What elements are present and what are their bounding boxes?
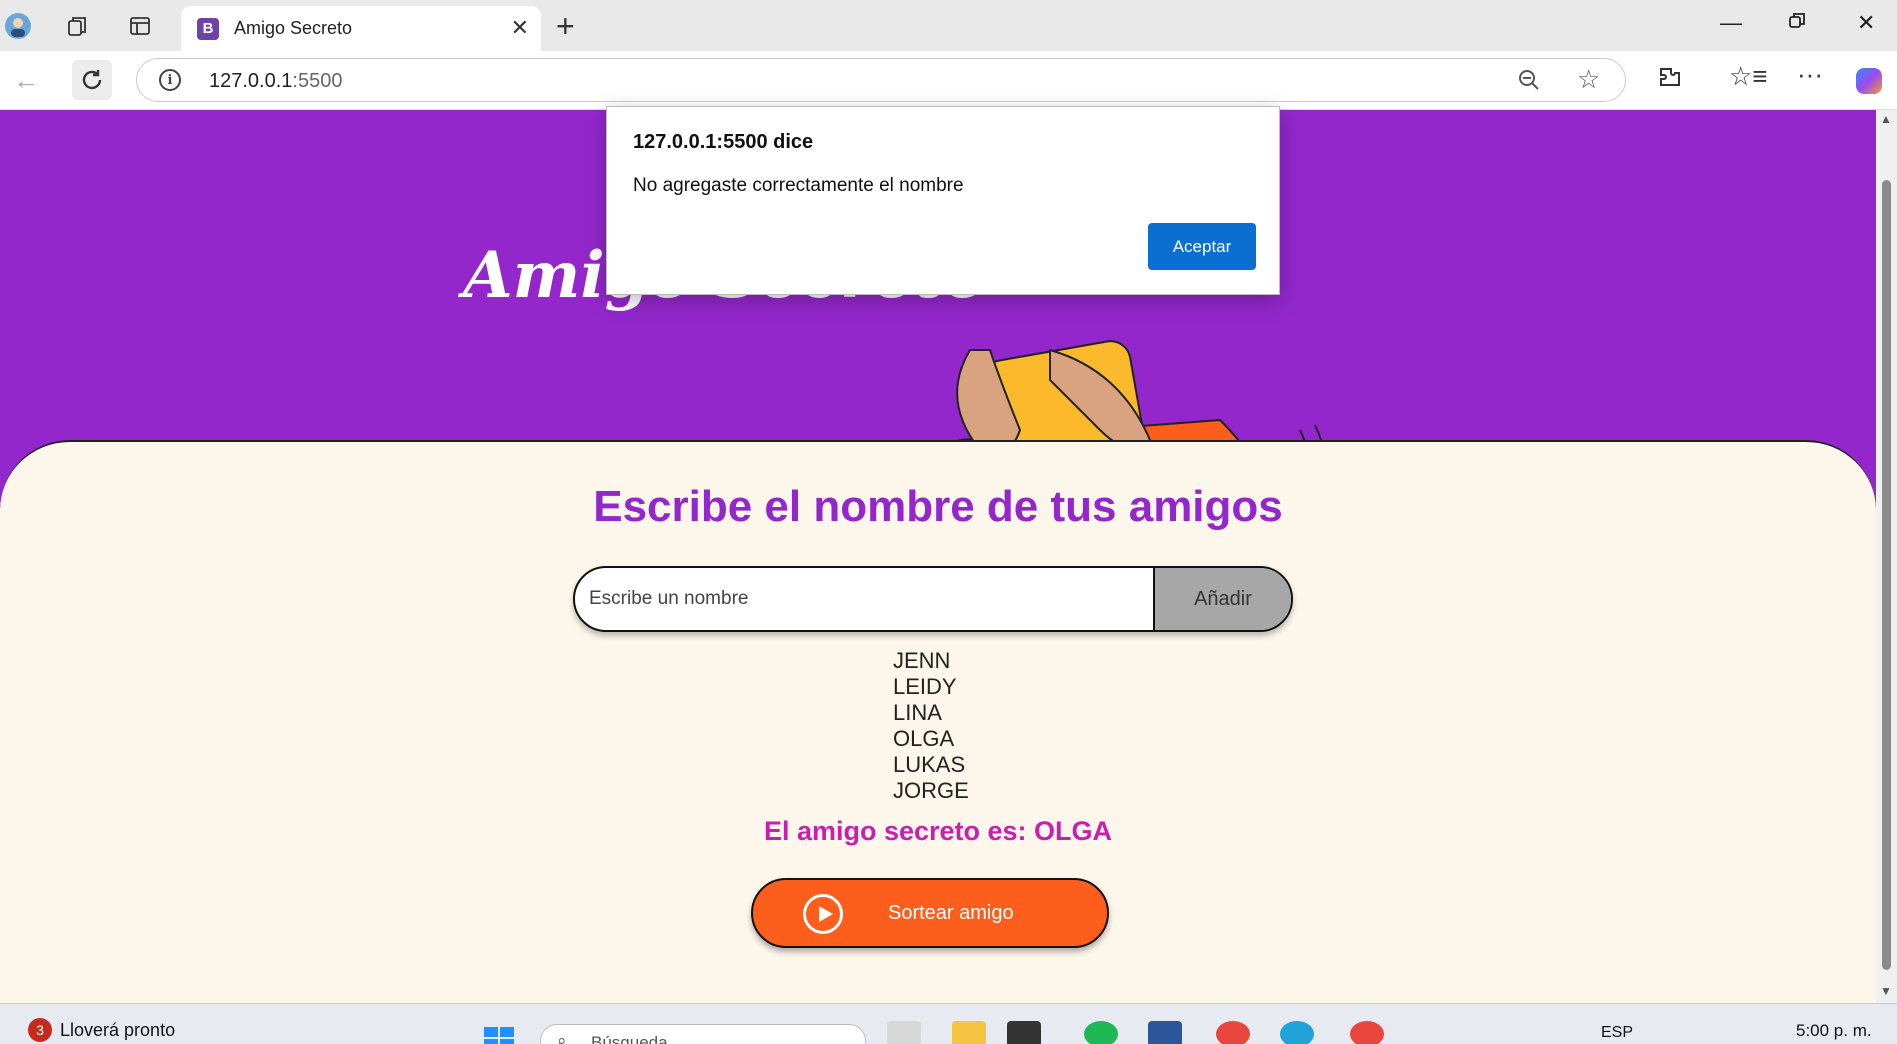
refresh-icon[interactable] <box>72 60 112 100</box>
list-item: LINA <box>893 700 942 725</box>
friend-name-input[interactable] <box>575 568 1155 630</box>
extensions-icon[interactable] <box>1657 65 1683 98</box>
list-item: OLGA <box>893 726 955 751</box>
friends-list: JENN LEIDY LINA OLGA LUKAS JORGE <box>893 648 969 804</box>
spotify-icon[interactable] <box>1084 1021 1118 1044</box>
zoom-icon[interactable] <box>1517 68 1541 98</box>
restore-icon[interactable] <box>1788 10 1806 36</box>
alert-dialog: 127.0.0.1:5500 dice No agregaste correct… <box>606 106 1280 295</box>
site-info-icon[interactable]: i <box>159 69 181 91</box>
favorites-icon[interactable]: ☆≡ <box>1729 61 1767 92</box>
add-button[interactable]: Añadir <box>1153 568 1291 630</box>
vertical-scrollbar[interactable]: ▲ ▼ <box>1876 110 1897 1003</box>
result-text: El amigo secreto es: OLGA <box>763 816 1113 846</box>
new-tab-icon[interactable]: + <box>556 8 575 45</box>
word-icon[interactable] <box>1148 1021 1182 1044</box>
profile-icon[interactable] <box>2 10 34 42</box>
favorite-star-icon[interactable]: ☆ <box>1577 64 1600 95</box>
url-host: 127.0.0.1 <box>209 70 293 92</box>
copilot-icon[interactable] <box>1853 65 1885 104</box>
language-indicator[interactable]: ESP <box>1601 1024 1633 1042</box>
list-item: JORGE <box>893 778 969 803</box>
play-icon <box>803 894 843 934</box>
taskbar-search[interactable]: ⌕ Búsqueda <box>540 1024 866 1044</box>
minimize-icon[interactable]: — <box>1720 10 1742 36</box>
list-item: JENN <box>893 648 951 673</box>
list-item: LUKAS <box>893 752 966 777</box>
chrome-icon[interactable] <box>1216 1021 1250 1044</box>
main-content: Escribe el nombre de tus amigos Añadir J… <box>0 440 1876 1003</box>
tab-actions-icon[interactable] <box>124 10 156 42</box>
section-heading: Escribe el nombre de tus amigos <box>593 482 1283 531</box>
taskbar: 3 Lloverá pronto ⌕ Búsqueda ESP 5:00 p. … <box>0 1003 1897 1044</box>
chrome-profile-icon[interactable] <box>1350 1021 1384 1044</box>
edge-icon[interactable] <box>1280 1021 1314 1044</box>
weather-text: Lloverá pronto <box>60 1019 176 1040</box>
address-bar[interactable]: i 127.0.0.1:5500 ☆ <box>136 58 1626 102</box>
browser-toolbar: ← i 127.0.0.1:5500 ☆ ☆≡ ··· <box>0 51 1897 110</box>
url-port: :5500 <box>292 70 343 92</box>
weather-widget[interactable]: 3 Lloverá pronto <box>28 1018 175 1042</box>
dialog-title: 127.0.0.1:5500 dice <box>633 131 814 153</box>
dialog-ok-button[interactable]: Aceptar <box>1148 223 1256 270</box>
close-tab-icon[interactable]: ✕ <box>511 15 529 41</box>
scroll-down-icon[interactable]: ▼ <box>1880 984 1892 998</box>
search-icon: ⌕ <box>557 1031 567 1044</box>
close-window-icon[interactable]: ✕ <box>1857 10 1875 36</box>
workspaces-icon[interactable] <box>62 10 94 42</box>
search-placeholder: Búsqueda <box>591 1033 668 1044</box>
scrollbar-thumb[interactable] <box>1882 180 1891 970</box>
tab-bar: B Amigo Secreto ✕ + — ✕ <box>0 0 1897 51</box>
scroll-up-icon[interactable]: ▲ <box>1880 112 1892 126</box>
weather-badge: 3 <box>28 1018 52 1042</box>
clock[interactable]: 5:00 p. m. <box>1796 1021 1872 1041</box>
tab-title: Amigo Secreto <box>234 18 353 38</box>
start-icon[interactable] <box>482 1021 516 1044</box>
file-explorer-icon[interactable] <box>952 1021 986 1044</box>
task-view-icon[interactable] <box>887 1021 921 1044</box>
tab-amigo-secreto[interactable]: B Amigo Secreto ✕ <box>181 6 541 51</box>
more-icon[interactable]: ··· <box>1797 59 1823 90</box>
list-item: LEIDY <box>893 674 957 699</box>
draw-button-label: Sortear amigo <box>888 902 1014 924</box>
bootstrap-favicon-icon: B <box>197 17 219 40</box>
back-icon[interactable]: ← <box>6 60 46 100</box>
dialog-message: No agregaste correctamente el nombre <box>633 175 964 196</box>
url-text[interactable]: 127.0.0.1:5500 <box>209 70 342 93</box>
draw-friend-button[interactable]: Sortear amigo <box>751 878 1109 948</box>
terminal-icon[interactable] <box>1007 1021 1041 1044</box>
input-section: Añadir <box>573 566 1293 632</box>
